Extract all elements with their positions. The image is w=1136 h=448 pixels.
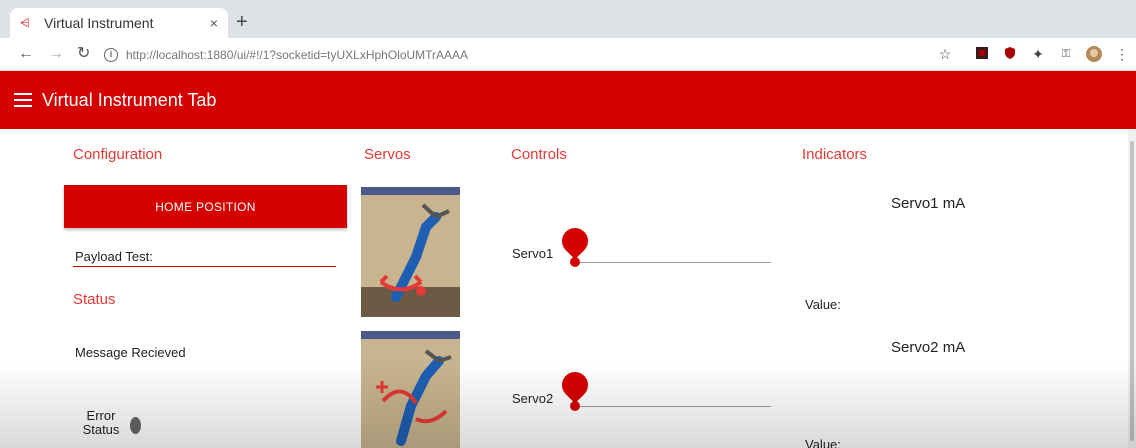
status-message: Message Recieved	[75, 345, 186, 360]
browser-tab[interactable]: ⩤ Virtual Instrument ×	[10, 8, 228, 38]
page-scrollbar-thumb[interactable]	[1130, 141, 1134, 441]
extension-icon[interactable]	[974, 46, 990, 62]
menu-dots-icon[interactable]: ⋮	[1114, 46, 1130, 62]
star-icon[interactable]: ☆	[937, 46, 953, 62]
app-header: Virtual Instrument Tab	[0, 71, 1136, 129]
tab-close-button[interactable]: ×	[210, 15, 218, 31]
home-position-button[interactable]: HOME POSITION	[64, 185, 347, 228]
servo1-ma-value-label: Value:	[805, 297, 841, 312]
servo2-slider-thumb[interactable]	[570, 401, 580, 411]
indicators-title: Indicators	[802, 146, 868, 163]
configuration-title: Configuration	[73, 146, 163, 163]
key-icon[interactable]: ⚿	[1058, 46, 1074, 62]
servo1-slider-label: Servo1	[512, 246, 554, 261]
error-status-led	[130, 417, 141, 434]
servo1-ma-title: Servo1 mA	[891, 195, 966, 212]
puzzle-icon[interactable]: ✦	[1030, 46, 1046, 62]
browser-window: ⩤ Virtual Instrument × + ← → ↻ i http://…	[0, 0, 1136, 448]
indicators-card: Indicators	[790, 137, 1080, 448]
tab-strip: ⩤ Virtual Instrument × +	[0, 0, 1136, 38]
dashboard-content: Configuration HOME POSITION Payload Test…	[0, 129, 1136, 448]
servo2-slider-track[interactable]	[575, 406, 771, 407]
profile-icon[interactable]	[1086, 46, 1102, 62]
forward-icon[interactable]: →	[48, 44, 64, 64]
payload-test-underline	[73, 266, 336, 267]
tab-title: Virtual Instrument	[44, 15, 154, 31]
servo1-image	[361, 187, 460, 317]
servo2-ma-title: Servo2 mA	[891, 339, 966, 356]
new-tab-button[interactable]: +	[236, 10, 248, 34]
back-icon[interactable]: ←	[18, 44, 34, 64]
info-icon[interactable]: i	[104, 47, 118, 62]
servo1-slider-thumb[interactable]	[570, 257, 580, 267]
shield-icon[interactable]	[1002, 46, 1018, 62]
servo2-slider-label: Servo2	[512, 391, 554, 406]
browser-toolbar: ← → ↻ i http://localhost:1880/ui/#!/1?so…	[0, 38, 1136, 71]
app-title: Virtual Instrument Tab	[42, 89, 217, 110]
url-text: http://localhost:1880/ui/#!/1?socketid=t…	[126, 47, 469, 62]
servos-title: Servos	[364, 146, 411, 163]
controls-title: Controls	[511, 146, 567, 163]
address-bar[interactable]: i http://localhost:1880/ui/#!/1?socketid…	[104, 42, 924, 67]
favicon-icon: ⩤	[20, 16, 30, 30]
servo2-ma-value-label: Value:	[805, 437, 841, 448]
status-title: Status	[73, 291, 116, 308]
payload-test-label[interactable]: Payload Test:	[75, 249, 153, 264]
hamburger-icon[interactable]	[14, 93, 32, 107]
servo2-image	[361, 331, 460, 448]
servo1-slider-track[interactable]	[575, 262, 771, 263]
reload-icon[interactable]: ↻	[77, 44, 90, 64]
error-status-label: Error Status	[82, 408, 120, 437]
